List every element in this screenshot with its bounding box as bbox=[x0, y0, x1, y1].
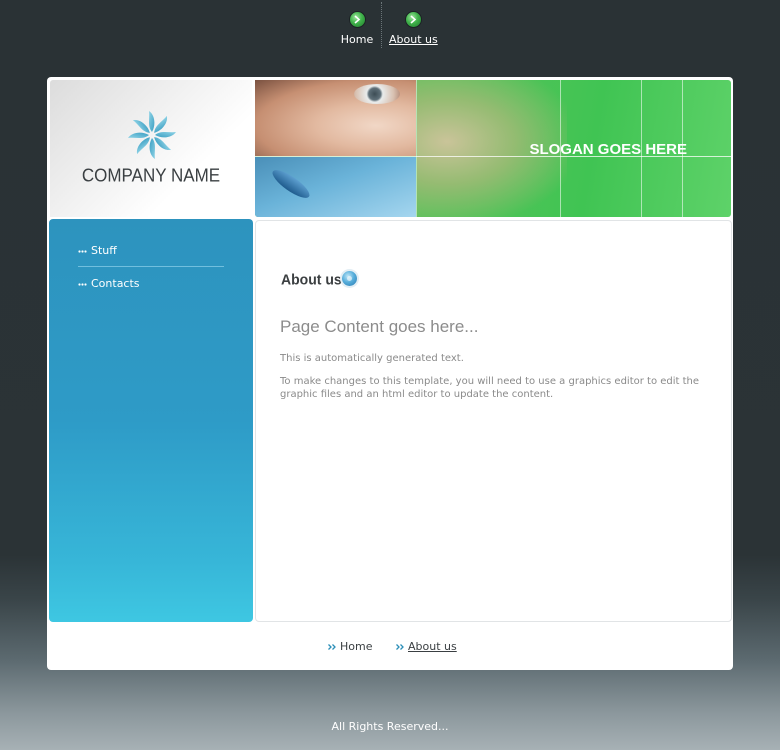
top-nav-about-link[interactable]: About us bbox=[389, 12, 438, 46]
sidebar-item-stuff[interactable]: Stuff bbox=[78, 242, 224, 266]
footer-link-about[interactable]: About us bbox=[396, 640, 457, 653]
top-nav-home-label: Home bbox=[340, 33, 374, 46]
banner-photo-eye bbox=[255, 80, 416, 156]
footer-link-home[interactable]: Home bbox=[328, 640, 372, 653]
double-chevron-icon bbox=[328, 644, 336, 650]
company-name: COMPANY NAME bbox=[81, 165, 221, 186]
sidebar-divider bbox=[78, 266, 224, 267]
top-navigation: Home About us bbox=[0, 0, 780, 60]
content-paragraph: This is automatically generated text. bbox=[280, 353, 464, 364]
sidebar: Stuff Contacts bbox=[49, 219, 253, 622]
banner-grid-line bbox=[416, 80, 417, 217]
banner-photo-headset bbox=[255, 157, 416, 217]
section-heading: About us bbox=[281, 270, 342, 288]
top-nav-about-label: About us bbox=[389, 33, 438, 46]
triple-dot-bullet-icon bbox=[78, 250, 87, 253]
banner-eye-image bbox=[354, 84, 400, 104]
sidebar-item-label: Stuff bbox=[91, 244, 117, 257]
blue-orb-icon bbox=[342, 271, 357, 286]
triple-dot-bullet-icon bbox=[78, 283, 87, 286]
footer-link-label: About us bbox=[408, 640, 457, 653]
sidebar-item-label: Contacts bbox=[91, 277, 140, 290]
double-chevron-icon bbox=[396, 644, 404, 650]
slogan: SLOGAN GOES HERE bbox=[529, 141, 687, 158]
content-paragraph: To make changes to this template, you wi… bbox=[280, 376, 700, 400]
content-panel: About us Page Content goes here... This … bbox=[255, 220, 732, 622]
top-nav-home-link[interactable]: Home bbox=[336, 12, 378, 46]
page-title: Page Content goes here... bbox=[280, 317, 479, 336]
green-arrow-bullet-icon bbox=[405, 12, 421, 27]
header-banner: SLOGAN GOES HERE bbox=[255, 80, 731, 217]
top-nav-divider bbox=[381, 2, 382, 48]
sidebar-item-contacts[interactable]: Contacts bbox=[78, 275, 224, 299]
pinwheel-logo-icon bbox=[128, 111, 176, 159]
green-arrow-bullet-icon bbox=[349, 12, 365, 27]
copyright-text: All Rights Reserved... bbox=[331, 720, 449, 733]
logo-area[interactable]: COMPANY NAME bbox=[50, 80, 252, 217]
banner-headset-image bbox=[268, 165, 314, 203]
main-container: COMPANY NAME SLOGAN GOES HERE Stuff Cont… bbox=[47, 77, 733, 670]
